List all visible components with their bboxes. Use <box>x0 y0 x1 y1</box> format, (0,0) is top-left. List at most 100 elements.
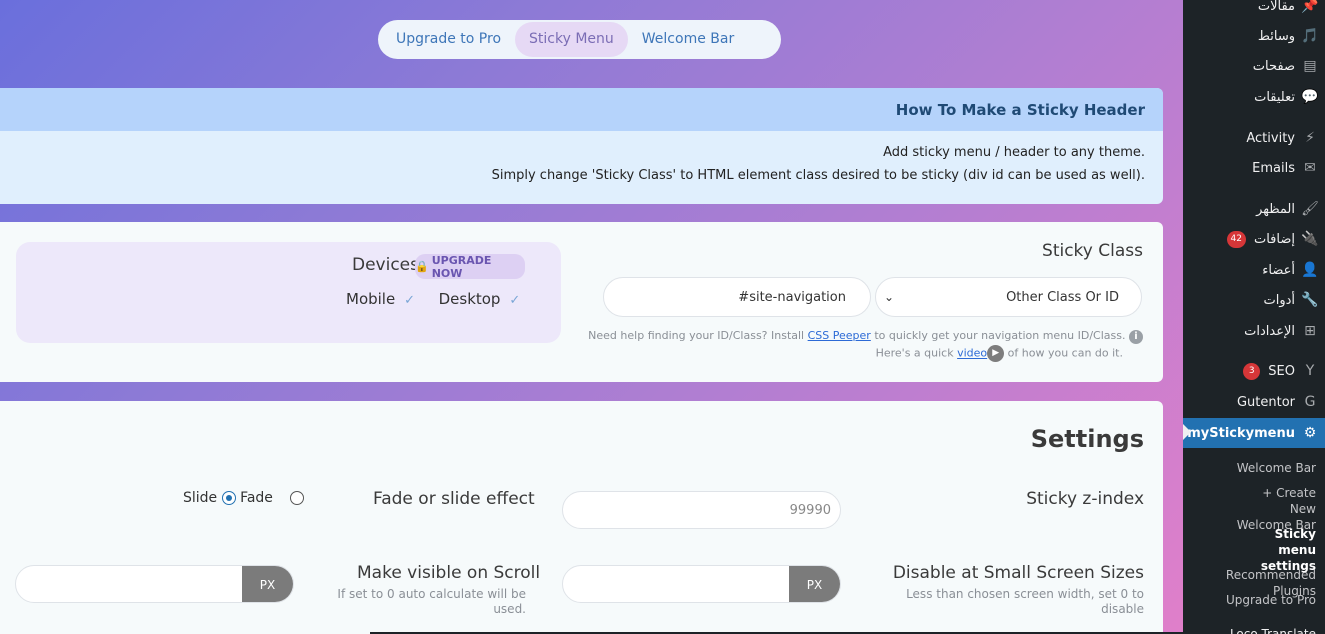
zindex-input[interactable]: 99990 <box>562 491 841 529</box>
media-icon: 🎵 <box>1301 28 1319 44</box>
sidebar-item-tools[interactable]: أدوات 🔧 <box>1183 285 1325 315</box>
disable-small-sublabel: Less than chosen screen width, set 0 to … <box>906 587 1144 616</box>
sidebar-item-posts[interactable]: مقالات 📌 <box>1183 0 1325 21</box>
css-peeper-link[interactable]: CSS Peeper <box>808 329 871 342</box>
sidebar-item-loco-translate[interactable]: Loco Translate <box>1183 626 1325 634</box>
chevron-down-icon: ⌄ <box>884 290 895 304</box>
info-header: How To Make a Sticky Header <box>0 88 1163 131</box>
upgrade-now-label: UPGRADE NOW <box>431 253 492 280</box>
submenu-welcome-bar[interactable]: Welcome Bar <box>1183 460 1325 476</box>
pin-icon: 📌 <box>1301 0 1319 14</box>
sidebar-item-label: Activity <box>1246 130 1295 146</box>
sidebar-item-label: Emails <box>1252 160 1295 176</box>
sidebar-item-label: Gutentor <box>1236 394 1295 410</box>
submenu-upgrade-to-pro[interactable]: Upgrade to Pro <box>1183 592 1325 608</box>
settings-icon: ⊞ <box>1304 323 1316 339</box>
sidebar-item-label: وسائط <box>1257 28 1295 44</box>
admin-sidebar: مقالات 📌 وسائط 🎵 صفحات ▤ تعليقات 💬 Activ… <box>1183 0 1325 634</box>
zindex-placeholder: 99990 <box>789 502 831 518</box>
help-prefix: Need help finding your ID/Class? Install <box>588 329 805 342</box>
sidebar-item-settings[interactable]: الإعدادات ⊞ <box>1183 316 1325 346</box>
sidebar-item-appearance[interactable]: المظهر 🖌 <box>1183 194 1325 224</box>
sticky-class-input-value: #site-navigation <box>738 289 846 305</box>
sidebar-item-label: أعضاء <box>1262 262 1295 278</box>
sidebar-item-label: تعليقات <box>1254 89 1295 105</box>
plugins-icon: 🔌 <box>1301 231 1319 247</box>
sidebar-item-activity[interactable]: Activity ⚡ <box>1183 123 1325 153</box>
visible-scroll-label: Make visible on Scroll <box>357 563 541 583</box>
slide-radio[interactable] <box>221 491 236 505</box>
email-icon: ✉ <box>1304 160 1316 176</box>
activity-icon: ⚡ <box>1305 130 1315 146</box>
fade-radio[interactable] <box>289 491 304 505</box>
sticky-class-panel: Sticky Class ⌄ Other Class Or ID #site-n… <box>0 222 1163 382</box>
tab-upgrade-to-pro[interactable]: Upgrade to Pro <box>382 22 515 57</box>
help-line2-suffix: of how you can do it. <box>1007 346 1123 360</box>
mobile-label: Mobile <box>346 290 396 308</box>
lock-icon: 🔒 <box>415 260 429 273</box>
visible-scroll-input[interactable]: PX <box>15 565 294 603</box>
sidebar-item-label: SEO <box>1268 363 1295 379</box>
disable-small-input[interactable]: PX <box>562 565 841 603</box>
sidebar-item-label: مقالات <box>1257 0 1295 14</box>
current-menu-arrow <box>1183 424 1191 440</box>
info-title: How To Make a Sticky Header <box>895 100 1145 119</box>
px-suffix: PX <box>789 566 840 602</box>
help-line2-prefix: Here's a quick <box>875 346 954 360</box>
devices-options: Mobile ✓ Desktop ✓ <box>346 290 520 308</box>
px-suffix: PX <box>242 566 293 602</box>
effect-radio-group: Slide Fade <box>183 490 304 506</box>
help-line-2: Here's a quick video ▶ of how you can do … <box>876 345 1123 362</box>
tab-bar: Upgrade to Pro Sticky Menu Welcome Bar <box>378 20 781 59</box>
sidebar-item-label: المظهر <box>1256 201 1295 217</box>
upgrade-now-badge[interactable]: 🔒 UPGRADE NOW <box>415 253 525 280</box>
info-line-2: Simply change 'Sticky Class' to HTML ele… <box>491 168 1145 183</box>
tab-welcome-bar[interactable]: Welcome Bar <box>628 22 748 57</box>
help-line-1: Need help finding your ID/Class? Install… <box>588 329 1143 344</box>
comments-icon: 💬 <box>1301 89 1319 105</box>
settings-panel: Settings Sticky z-index 99990 Fade or sl… <box>0 401 1163 634</box>
help-suffix: to quickly get your navigation menu ID/C… <box>874 329 1126 342</box>
seo-count-badge: 3 <box>1243 362 1261 380</box>
sidebar-item-label: إضافات <box>1253 231 1295 247</box>
sidebar-item-emails[interactable]: Emails ✉ <box>1183 153 1325 183</box>
sticky-class-select[interactable]: ⌄ Other Class Or ID <box>875 277 1142 317</box>
sidebar-item-label: الإعدادات <box>1244 323 1295 339</box>
sticky-class-label: Sticky Class <box>1042 241 1143 261</box>
video-link[interactable]: video <box>957 347 987 360</box>
plugins-count-badge: 42 <box>1226 230 1246 248</box>
zindex-label: Sticky z-index <box>1026 489 1144 509</box>
sidebar-item-label: myStickymenu <box>1187 425 1295 441</box>
info-box: How To Make a Sticky Header Add sticky m… <box>0 88 1163 204</box>
users-icon: 👤 <box>1301 262 1319 278</box>
appearance-icon: 🖌 <box>1301 201 1319 217</box>
sidebar-item-label: أدوات <box>1263 292 1295 308</box>
settings-title: Settings <box>1030 425 1144 453</box>
sticky-class-input[interactable]: #site-navigation <box>603 277 871 317</box>
yoast-icon: Y <box>1305 363 1315 379</box>
tab-sticky-menu[interactable]: Sticky Menu <box>515 22 628 57</box>
disable-small-label: Disable at Small Screen Sizes <box>892 563 1144 583</box>
sidebar-item-pages[interactable]: صفحات ▤ <box>1183 51 1325 81</box>
desktop-checkbox[interactable]: ✓ <box>505 293 520 308</box>
mobile-checkbox[interactable]: ✓ <box>400 293 415 308</box>
sidebar-item-plugins[interactable]: 42 إضافات 🔌 <box>1183 224 1325 254</box>
play-icon[interactable]: ▶ <box>987 345 1005 362</box>
gear-icon: ⚙ <box>1303 425 1317 441</box>
info-icon: i <box>1129 330 1143 344</box>
devices-label: Devices <box>352 255 419 275</box>
info-line-1: Add sticky menu / header to any theme. <box>883 145 1145 160</box>
sidebar-item-label: صفحات <box>1252 58 1295 74</box>
fade-slide-label: Fade or slide effect <box>373 489 535 509</box>
sidebar-item-media[interactable]: وسائط 🎵 <box>1183 21 1325 51</box>
sidebar-item-users[interactable]: أعضاء 👤 <box>1183 255 1325 285</box>
sidebar-item-comments[interactable]: تعليقات 💬 <box>1183 82 1325 112</box>
fade-label: Fade <box>240 490 273 506</box>
main-content: Upgrade to Pro Sticky Menu Welcome Bar H… <box>0 0 1183 634</box>
sidebar-item-gutentor[interactable]: Gutentor G <box>1183 387 1325 417</box>
sidebar-item-mystickymenu[interactable]: myStickymenu ⚙ <box>1183 418 1325 448</box>
sidebar-item-seo[interactable]: 3 SEO Y <box>1183 356 1325 386</box>
gutentor-icon: G <box>1304 394 1316 410</box>
desktop-label: Desktop <box>438 290 501 308</box>
tools-icon: 🔧 <box>1301 292 1319 308</box>
